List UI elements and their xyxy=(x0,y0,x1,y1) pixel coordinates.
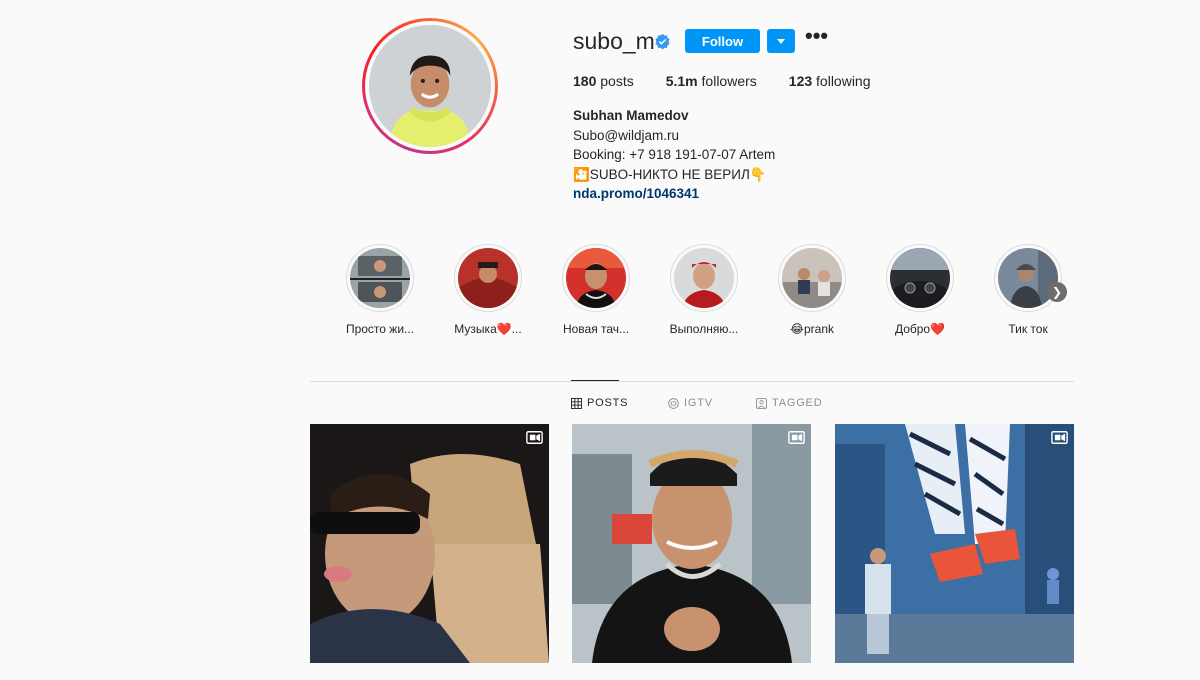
tagged-icon xyxy=(756,397,767,409)
video-icon xyxy=(1051,431,1068,444)
story-highlights: Просто жи... Музыка❤️... Новая тач... Вы… xyxy=(330,244,1070,344)
tab-igtv-label: IGTV xyxy=(684,397,713,409)
profile-bio: Subhan Mamedov Subo@wildjam.ru Booking: … xyxy=(573,106,775,204)
post-thumbnail[interactable] xyxy=(310,424,549,663)
highlight-item[interactable]: Музыка❤️... xyxy=(438,244,538,336)
post-image xyxy=(572,424,811,663)
verified-badge-icon xyxy=(655,33,670,50)
highlight-circle xyxy=(778,244,846,312)
highlight-circle xyxy=(994,244,1062,312)
highlights-next-arrow-icon[interactable]: ❯ xyxy=(1047,282,1067,302)
highlight-label: 😂prank xyxy=(789,322,835,336)
more-options-icon[interactable]: ••• xyxy=(805,25,828,49)
post-thumbnail[interactable] xyxy=(572,424,811,663)
highlight-cover-image xyxy=(890,248,950,308)
post-thumbnail[interactable] xyxy=(835,424,1074,663)
tabs-divider xyxy=(310,381,1074,382)
avatar xyxy=(369,25,491,147)
stat-posts-label: posts xyxy=(600,73,634,89)
igtv-icon xyxy=(668,397,679,409)
video-icon xyxy=(526,431,543,444)
tab-posts[interactable]: POSTS xyxy=(571,397,628,409)
highlight-label: Просто жи... xyxy=(345,322,415,336)
stat-following-value: 123 xyxy=(788,73,813,89)
highlight-item[interactable]: Добро❤️ xyxy=(870,244,970,336)
suggested-accounts-dropdown-button[interactable] xyxy=(767,29,795,53)
follow-button[interactable]: Follow xyxy=(685,29,760,53)
stat-posts-value: 180 xyxy=(573,73,597,89)
highlight-label: Выполняю... xyxy=(669,322,739,336)
highlight-label: Новая тач... xyxy=(562,322,630,336)
tab-posts-label: POSTS xyxy=(587,397,629,409)
post-image xyxy=(310,424,549,663)
stat-followers-value: 5.1m xyxy=(665,73,698,89)
highlight-circle xyxy=(562,244,630,312)
stat-following-label: following xyxy=(816,73,871,89)
highlight-label: Музыка❤️... xyxy=(454,322,522,336)
highlight-circle xyxy=(670,244,738,312)
highlight-item[interactable]: Новая тач... xyxy=(546,244,646,336)
highlight-cover-image xyxy=(350,248,410,308)
highlight-circle xyxy=(346,244,414,312)
highlight-label: Тик ток xyxy=(1008,322,1048,336)
highlight-label: Добро❤️ xyxy=(894,322,946,336)
stat-followers[interactable]: 5.1m followers xyxy=(666,73,757,89)
stat-followers-label: followers xyxy=(701,73,757,89)
stat-following[interactable]: 123 following xyxy=(789,73,871,89)
highlight-cover-image xyxy=(674,248,734,308)
profile-avatar-ring[interactable] xyxy=(362,18,498,154)
highlight-circle xyxy=(886,244,954,312)
bio-line-booking: Booking: +7 918 191-07-07 Artem xyxy=(573,147,776,163)
profile-full-name: Subhan Mamedov xyxy=(573,108,689,123)
tab-tagged[interactable]: TAGGED xyxy=(756,397,822,409)
highlight-cover-image xyxy=(458,248,518,308)
highlight-cover-image xyxy=(566,248,626,308)
profile-username: subo_m xyxy=(573,28,655,54)
bio-line-email: Subo@wildjam.ru xyxy=(573,127,679,143)
stat-posts: 180 posts xyxy=(573,73,634,89)
highlight-item[interactable]: Выполняю... xyxy=(654,244,754,336)
post-image xyxy=(835,424,1074,663)
profile-stats: 180 posts 5.1m followers 123 following xyxy=(573,73,903,89)
tab-igtv[interactable]: IGTV xyxy=(668,397,713,409)
bio-line-tagline: 🎦SUBO-НИКТО НЕ ВЕРИЛ👇 xyxy=(573,166,767,182)
bio-external-link[interactable]: nda.promo/1046341 xyxy=(573,184,775,204)
active-tab-indicator xyxy=(571,380,619,381)
highlight-item[interactable]: Просто жи... xyxy=(330,244,430,336)
avatar-inner xyxy=(365,21,495,151)
grid-icon xyxy=(571,397,582,409)
video-icon xyxy=(788,431,805,444)
highlight-cover-image xyxy=(782,248,842,308)
tab-tagged-label: TAGGED xyxy=(772,397,823,409)
highlight-item[interactable]: 😂prank xyxy=(762,244,862,336)
avatar-image xyxy=(369,25,491,147)
highlight-circle xyxy=(454,244,522,312)
